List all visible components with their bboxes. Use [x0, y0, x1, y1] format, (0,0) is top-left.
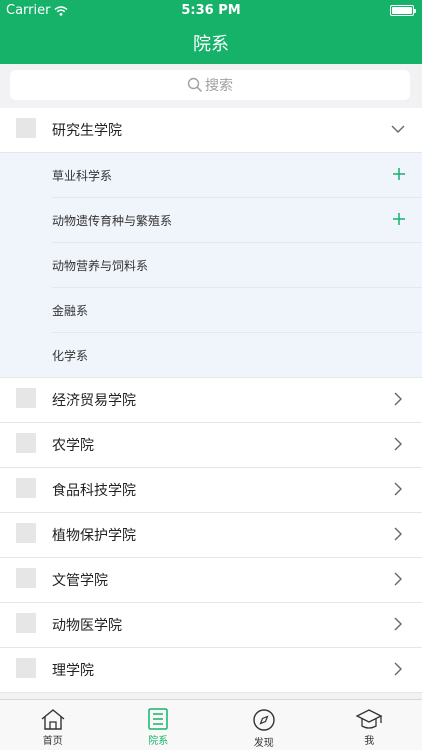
college-thumbnail: [16, 613, 36, 633]
chevron-right-icon: [394, 437, 402, 451]
tab-label: 发现: [253, 738, 274, 749]
college-row[interactable]: 理学院: [0, 648, 422, 693]
plus-icon[interactable]: [392, 167, 406, 181]
college-thumbnail: [16, 478, 36, 498]
department-row[interactable]: 金融系: [0, 288, 422, 333]
chevron-right-icon: [394, 482, 402, 496]
college-row[interactable]: 食品科技学院: [0, 468, 422, 513]
tab-profile[interactable]: 我: [317, 700, 422, 750]
college-thumbnail: [16, 118, 36, 138]
college-thumbnail: [16, 433, 36, 453]
compass-icon: [253, 709, 275, 731]
tab-home[interactable]: 首页: [0, 700, 106, 750]
list-icon: [148, 708, 168, 730]
tab-label: 首页: [42, 736, 63, 747]
home-icon: [41, 709, 65, 730]
college-row[interactable]: 植物保护学院: [0, 513, 422, 558]
college-name: 经济贸易学院: [52, 393, 136, 409]
search-input[interactable]: 搜索: [10, 70, 410, 100]
chevron-down-icon: [391, 125, 405, 133]
search-container: 搜索: [0, 64, 422, 108]
chevron-right-icon: [394, 662, 402, 676]
chevron-right-icon: [394, 572, 402, 586]
status-time: 5:36 PM: [181, 3, 241, 18]
college-thumbnail: [16, 523, 36, 543]
chevron-right-icon: [394, 392, 402, 406]
college-row[interactable]: 农学院: [0, 423, 422, 468]
college-row[interactable]: 研究生学院: [0, 108, 422, 153]
battery-icon: [390, 5, 416, 16]
department-name: 草业科学系: [52, 169, 113, 183]
chevron-right-icon: [394, 617, 402, 631]
college-name: 食品科技学院: [52, 483, 136, 499]
department-row[interactable]: 动物营养与饲料系: [0, 243, 422, 288]
college-thumbnail: [16, 388, 36, 408]
tab-bar: 首页 院系 发现 我: [0, 699, 422, 750]
tab-label: 院系: [148, 736, 169, 747]
graduation-cap-icon: [355, 709, 383, 729]
college-name: 动物医学院: [52, 618, 122, 634]
department-row[interactable]: 化学系: [0, 333, 422, 378]
search-placeholder: 搜索: [205, 78, 233, 94]
college-row[interactable]: 文管学院: [0, 558, 422, 603]
page-title: 院系: [193, 34, 229, 55]
department-row[interactable]: 动物遗传育种与繁殖系: [0, 198, 422, 243]
college-name: 植物保护学院: [52, 528, 136, 544]
college-thumbnail: [16, 568, 36, 588]
search-icon: [187, 77, 203, 93]
college-name: 文管学院: [52, 573, 108, 589]
tab-departments[interactable]: 院系: [106, 700, 212, 750]
college-list: 研究生学院 草业科学系 动物遗传育种与繁殖系 动物营养与饲料系 金融系 化学系 …: [0, 108, 422, 699]
department-name: 动物营养与饲料系: [52, 259, 149, 273]
college-row[interactable]: 经济贸易学院: [0, 378, 422, 423]
department-row[interactable]: 草业科学系: [0, 153, 422, 198]
navigation-bar: Carrier 5:36 PM 院系: [0, 0, 422, 64]
tab-discover[interactable]: 发现: [211, 700, 317, 750]
chevron-right-icon: [394, 527, 402, 541]
status-bar: Carrier 5:36 PM: [0, 0, 422, 22]
college-name: 研究生学院: [52, 123, 122, 139]
department-name: 动物遗传育种与繁殖系: [52, 214, 173, 228]
college-name: 农学院: [52, 438, 94, 454]
college-name: 理学院: [52, 663, 94, 679]
department-name: 化学系: [52, 349, 89, 363]
tab-label: 我: [364, 736, 375, 747]
college-row[interactable]: 动物医学院: [0, 603, 422, 648]
college-thumbnail: [16, 658, 36, 678]
plus-icon[interactable]: [392, 212, 406, 226]
department-name: 金融系: [52, 304, 89, 318]
